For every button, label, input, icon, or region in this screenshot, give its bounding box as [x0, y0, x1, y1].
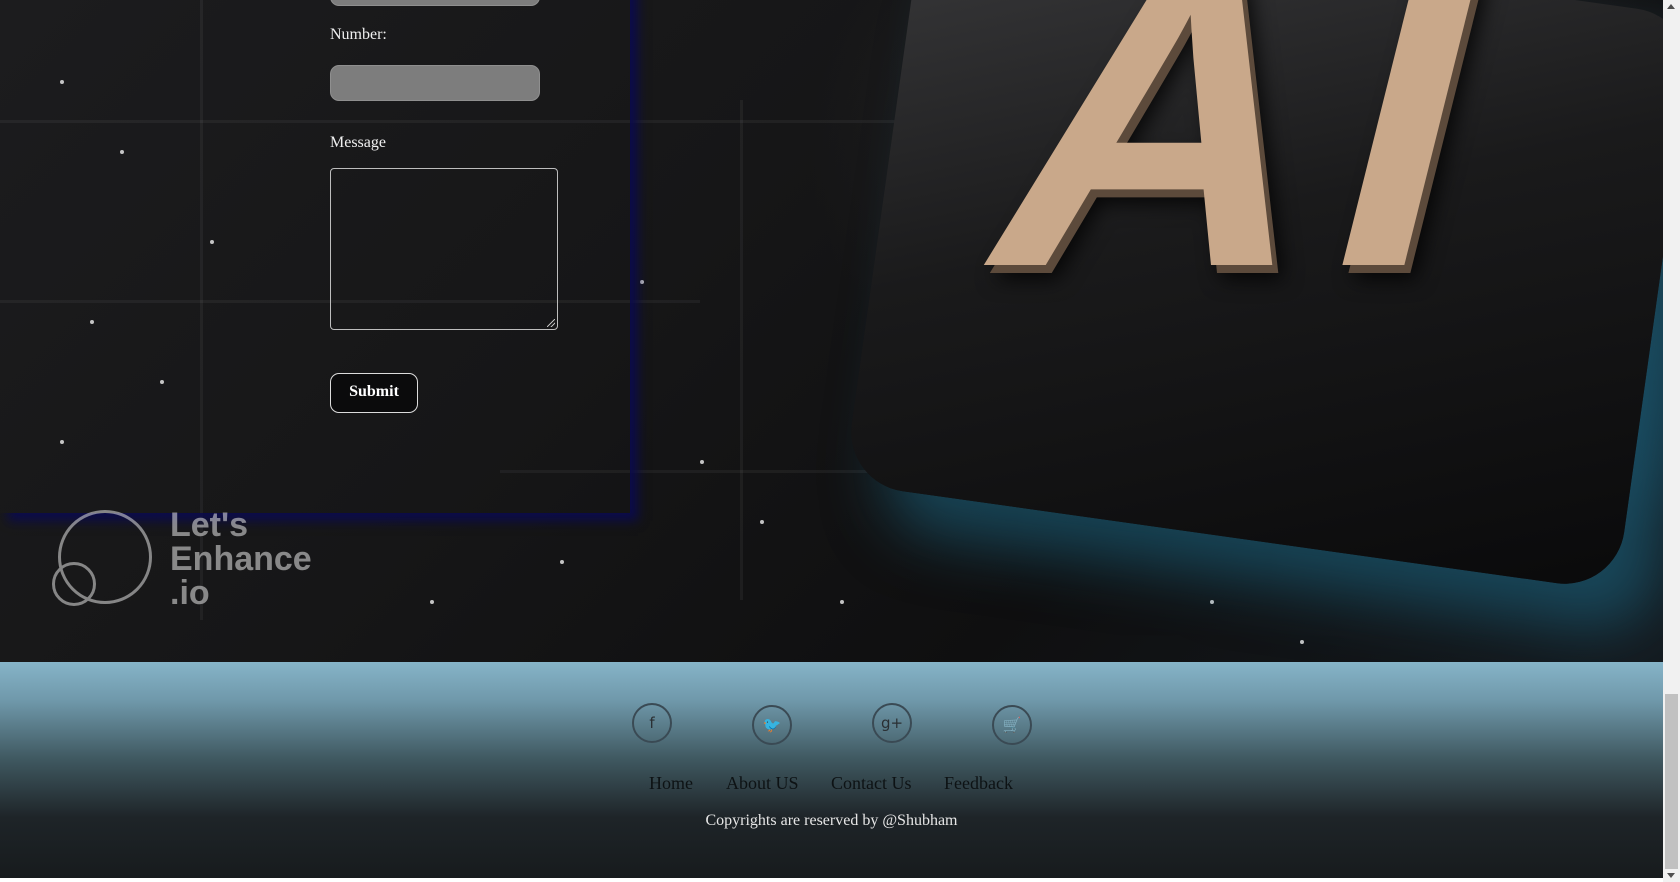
footer-link-about[interactable]: About US: [726, 773, 799, 794]
number-input[interactable]: [330, 65, 540, 101]
footer-link-feedback[interactable]: Feedback: [944, 773, 1013, 794]
facebook-icon[interactable]: f: [632, 703, 672, 743]
scrollbar-thumb[interactable]: [1665, 694, 1678, 869]
cart-icon[interactable]: 🛒: [992, 705, 1032, 745]
resize-handle-icon[interactable]: [547, 319, 555, 327]
previous-field[interactable]: [330, 0, 540, 6]
google-plus-icon[interactable]: g+: [872, 703, 912, 743]
footer-link-home[interactable]: Home: [649, 773, 693, 794]
hero-background: AI Number: Message Submit Let's Enhance …: [0, 0, 1663, 662]
number-label: Number:: [330, 26, 387, 43]
watermark-text: Let's Enhance .io: [170, 506, 312, 612]
footer: f 🐦 g+ 🛒 Home About US Contact Us Feedba…: [0, 662, 1663, 878]
twitter-icon[interactable]: 🐦: [752, 705, 792, 745]
contact-form-panel: Number: Message Submit: [0, 0, 630, 513]
copyright-text: Copyrights are reserved by @Shubham: [705, 812, 958, 829]
scroll-down-icon[interactable]: [1667, 873, 1675, 878]
watermark-ring-small-icon: [52, 562, 96, 606]
submit-button[interactable]: Submit: [330, 373, 418, 413]
message-label: Message: [330, 134, 386, 151]
footer-link-contact[interactable]: Contact Us: [831, 773, 912, 794]
watermark-logo: Let's Enhance .io: [50, 508, 330, 618]
page-scrollbar[interactable]: [1663, 0, 1680, 882]
message-textarea[interactable]: [330, 168, 558, 330]
scroll-up-icon[interactable]: [1667, 4, 1675, 9]
